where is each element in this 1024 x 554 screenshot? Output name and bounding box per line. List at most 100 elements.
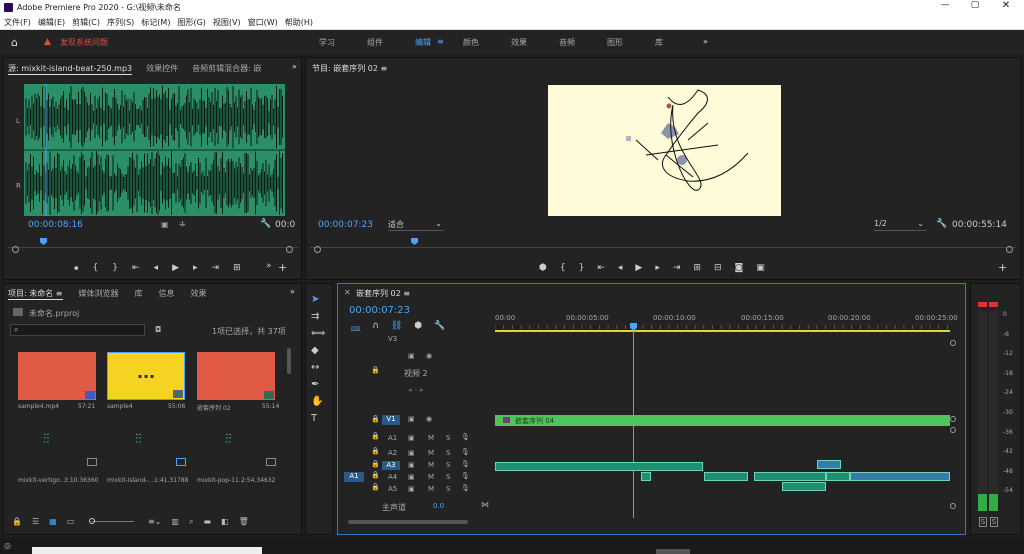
track-target-v1[interactable]: V1 — [382, 415, 400, 425]
master-end-icon[interactable]: ⋈ — [481, 500, 489, 509]
program-play-icon[interactable]: ▶ — [635, 263, 642, 273]
solo-left-button[interactable]: S — [979, 517, 987, 527]
source-panel-more-button[interactable]: » — [292, 62, 297, 71]
selection-tool-icon[interactable]: ➤ — [311, 294, 325, 305]
lock-icon[interactable]: 🔒 — [12, 517, 22, 526]
menu-file[interactable]: 文件(F) — [4, 17, 31, 28]
a1-solo-button[interactable]: S — [446, 434, 450, 442]
effect-controls-tab[interactable]: 效果控件 — [146, 63, 178, 75]
audio-clip[interactable] — [495, 462, 703, 471]
menu-graphics[interactable]: 图形(G) — [177, 17, 205, 28]
timeline-timecode[interactable]: 00:00:07:23 — [349, 305, 410, 316]
project-more-button[interactable]: » — [290, 287, 295, 296]
program-mark-in-icon[interactable]: { — [560, 263, 566, 273]
a2-mic-icon[interactable]: 🎙 — [461, 448, 470, 456]
extract-icon[interactable]: ⊟ — [714, 263, 722, 273]
program-add-marker-icon[interactable]: ⬢ — [539, 263, 547, 273]
insert-icon[interactable]: ⊞ — [233, 263, 241, 273]
maximize-button[interactable]: ▢ — [968, 0, 982, 15]
timeline-close-icon[interactable]: ✕ — [344, 288, 351, 297]
comparison-view-icon[interactable]: ▣ — [756, 263, 765, 273]
audio-clip[interactable] — [704, 472, 748, 481]
wrench-icon[interactable]: 🔧 — [260, 219, 271, 229]
audio-clip[interactable] — [782, 482, 826, 491]
ws-tab-effects[interactable]: 效果 — [511, 37, 559, 48]
project-item[interactable] — [18, 352, 96, 400]
track-target-a3[interactable]: A3 — [382, 461, 400, 470]
program-mark-out-icon[interactable]: } — [579, 263, 585, 273]
ws-tab-graphics[interactable]: 图形 — [607, 37, 655, 48]
ws-tab-editing[interactable]: 编辑 — [415, 37, 437, 48]
razor-tool-icon[interactable]: ◆ — [311, 345, 325, 356]
freeform-view-icon[interactable]: ▭ — [67, 517, 75, 526]
ws-more-button[interactable]: » — [703, 37, 717, 48]
play-icon[interactable]: ▶ — [172, 263, 179, 273]
a1-mic-icon[interactable]: 🎙 — [461, 433, 470, 441]
a4-solo-button[interactable]: S — [446, 473, 450, 481]
timeline-tab[interactable]: 嵌套序列 02 ≡ — [356, 288, 410, 299]
menu-view[interactable]: 视图(V) — [213, 17, 241, 28]
ws-tab-libraries[interactable]: 库 — [655, 37, 703, 48]
ws-tab-learn[interactable]: 学习 — [319, 37, 367, 48]
ws-tab-assembly[interactable]: 组件 — [367, 37, 415, 48]
v1-clip[interactable]: 嵌套序列 04 — [495, 415, 950, 426]
program-step-forward-icon[interactable]: ▸ — [655, 263, 660, 273]
info-tab[interactable]: 信息 — [159, 288, 175, 300]
audio-clip[interactable] — [850, 472, 950, 481]
menu-marker[interactable]: 标记(M) — [141, 17, 170, 28]
step-forward-icon[interactable]: ▸ — [193, 263, 198, 273]
source-add-button[interactable]: + — [278, 261, 287, 274]
media-browser-tab[interactable]: 媒体浏览器 — [79, 288, 119, 300]
source-more-controls-button[interactable]: » — [266, 261, 272, 271]
a2-sync-icon[interactable]: ▣ — [408, 449, 415, 457]
minimize-button[interactable]: — — [938, 0, 952, 15]
menu-clip[interactable]: 剪辑(C) — [72, 17, 100, 28]
menu-help[interactable]: 帮助(H) — [285, 17, 313, 28]
v1-lock-icon[interactable]: 🔒 — [371, 415, 380, 423]
audio-clip[interactable] — [826, 472, 850, 481]
audio-clip-icon[interactable]: ⫶⫶ — [225, 432, 247, 448]
a5-sync-icon[interactable]: ▣ — [408, 485, 415, 493]
a2-solo-button[interactable]: S — [446, 449, 450, 457]
a4-lock-icon[interactable]: 🔒 — [371, 471, 380, 479]
a2-lock-icon[interactable]: 🔒 — [371, 447, 380, 455]
program-scrub-bar[interactable] — [310, 238, 1016, 248]
source-scrub-bar[interactable] — [8, 238, 298, 248]
audio-clip-icon[interactable]: ⫶⫶ — [135, 432, 157, 448]
audio-clip[interactable] — [817, 460, 841, 469]
solo-right-button[interactable]: S — [990, 517, 998, 527]
source-patch-a1[interactable]: A1 — [344, 472, 364, 482]
trash-icon[interactable]: 🗑 — [239, 517, 249, 527]
ws-menu-icon[interactable]: ≡ — [437, 37, 463, 48]
new-bin-from-search-icon[interactable]: ◘ — [155, 325, 161, 334]
list-view-icon[interactable]: ☰ — [32, 517, 39, 526]
project-tab[interactable]: 项目: 未命名 ≡ — [8, 288, 63, 300]
quality-dropdown[interactable]: 1/2 ⌄ — [874, 219, 926, 231]
a1-mute-button[interactable]: M — [428, 434, 434, 442]
menu-edit[interactable]: 编辑(E) — [38, 17, 65, 28]
icon-view-icon[interactable]: ▦ — [49, 517, 57, 526]
source-tab[interactable]: 源: mixkit-island-beat-250.mp3 — [8, 63, 133, 75]
go-to-out-icon[interactable]: ⇥ — [212, 263, 220, 273]
source-timecode[interactable]: 00:00:08:16 — [28, 220, 83, 230]
v3-output-icon[interactable]: ▣ — [408, 352, 415, 360]
a5-mic-icon[interactable]: 🎙 — [461, 484, 470, 492]
hand-tool-icon[interactable]: ✋ — [311, 396, 325, 407]
a1-lock-icon[interactable]: 🔒 — [371, 432, 380, 440]
add-marker-icon[interactable]: ⦁ — [74, 263, 79, 273]
v2-lock-icon[interactable]: 🔒 — [371, 366, 380, 374]
program-go-to-out-icon[interactable]: ⇥ — [673, 263, 681, 273]
project-scrollbar[interactable] — [287, 348, 291, 374]
a5-lock-icon[interactable]: 🔒 — [371, 483, 380, 491]
audio-clip[interactable] — [641, 472, 651, 481]
timeline-menu-icon[interactable]: ≡ — [403, 289, 410, 298]
add-marker-icon[interactable]: ⬢ — [414, 321, 422, 334]
project-search-input[interactable]: ⌕ — [10, 324, 145, 336]
a3-mute-button[interactable]: M — [428, 461, 434, 469]
zoom-slider[interactable] — [89, 518, 134, 524]
automate-icon[interactable]: ▥ — [171, 517, 179, 527]
a3-mic-icon[interactable]: 🎙 — [461, 460, 470, 468]
track-select-tool-icon[interactable]: ⇉ — [311, 311, 325, 322]
timeline-h-scrollbar[interactable] — [348, 520, 468, 524]
type-tool-icon[interactable]: T — [311, 413, 325, 424]
